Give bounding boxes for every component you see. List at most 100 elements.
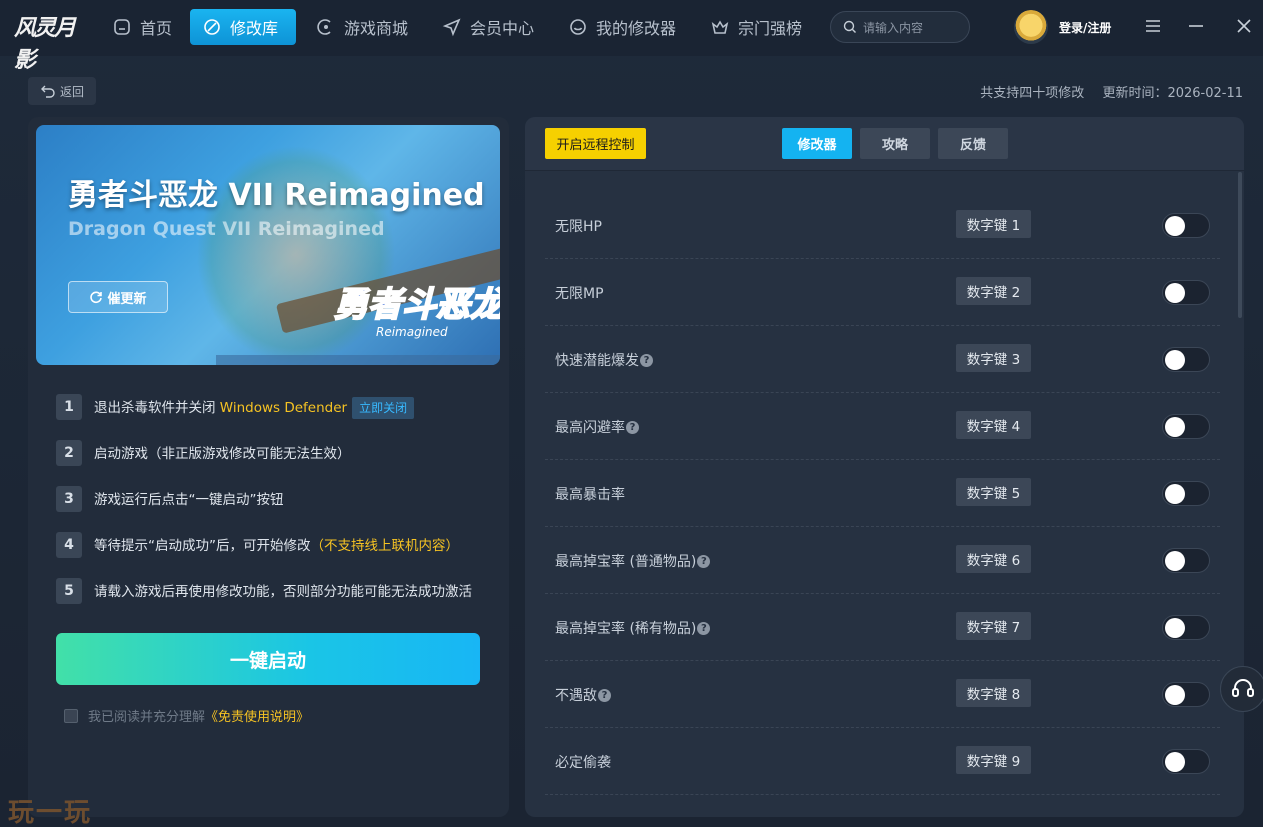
toggle-knob (1165, 685, 1185, 705)
hotkey-button[interactable]: 数字键 8 (956, 679, 1031, 707)
hotkey-button[interactable]: 数字键 9 (956, 746, 1031, 774)
step-text: 退出杀毒软件并关闭 (94, 400, 220, 416)
hotkey-button[interactable]: 数字键 4 (956, 411, 1031, 439)
home-icon (114, 19, 130, 35)
member-icon (442, 18, 461, 37)
nav-ranking-label: 宗门强榜 (738, 19, 803, 38)
step-number: 1 (56, 394, 82, 420)
close-icon[interactable] (1234, 16, 1254, 36)
app-logo: 风灵月影 (14, 15, 76, 73)
tab-feedback[interactable]: 反馈 (938, 128, 1008, 159)
nav-member[interactable]: 会员中心 (430, 9, 546, 45)
toggle-knob (1165, 484, 1185, 504)
step-text: 游戏运行后点击“一键启动”按钮 (94, 492, 284, 508)
cheat-toggle[interactable] (1162, 615, 1210, 640)
toggle-knob (1165, 618, 1185, 638)
nav-ranking[interactable]: 宗门强榜 (698, 9, 814, 45)
remote-control-button[interactable]: 开启远程控制 (545, 128, 646, 159)
cheat-toggle[interactable] (1162, 414, 1210, 439)
hotkey-button[interactable]: 数字键 7 (956, 612, 1031, 640)
cheat-row: 不遇敌? 数字键 8 (545, 661, 1220, 728)
help-icon[interactable]: ? (598, 688, 611, 702)
cheat-name: 最高掉宝率 (普通物品)? (555, 551, 711, 571)
cheat-row: 必定偷袭 数字键 9 (545, 728, 1220, 795)
tab-trainer[interactable]: 修改器 (782, 128, 852, 159)
game-logo-sub: Reimagined (376, 325, 448, 339)
tab-guide[interactable]: 攻略 (860, 128, 930, 159)
minimize-icon[interactable] (1186, 16, 1206, 36)
cheat-label: 无限MP (555, 286, 604, 302)
toggle-knob (1165, 216, 1185, 236)
agreement: 我已阅读并充分理解 《免责使用说明》 (64, 706, 309, 725)
cheat-row: 无限MP 数字键 2 (545, 259, 1220, 326)
customer-service-button[interactable] (1220, 666, 1263, 712)
step-4: 4 等待提示“启动成功”后，可开始修改（不支持线上联机内容） (56, 532, 496, 578)
cheat-label: 最高掉宝率 (稀有物品) (555, 621, 697, 637)
search-input[interactable]: 请输入内容 (830, 11, 970, 43)
help-icon[interactable]: ? (697, 554, 711, 568)
my-trainer-icon (570, 19, 586, 35)
nav-store[interactable]: 游戏商城 (304, 9, 420, 45)
back-label: 返回 (59, 84, 84, 99)
banner-art-sea (216, 355, 500, 365)
login-link[interactable]: 登录/注册 (1059, 19, 1111, 36)
nav-home[interactable]: 首页 (100, 9, 184, 45)
cheat-name: 最高暴击率 (555, 484, 625, 504)
step-number: 2 (56, 440, 82, 466)
back-button[interactable]: 返回 (28, 77, 96, 105)
toggle-knob (1165, 551, 1185, 571)
disable-defender-button[interactable]: 立即关闭 (352, 397, 415, 419)
cheat-toggle[interactable] (1162, 481, 1210, 506)
game-banner: 勇者斗恶龙 VII Reimagined Dragon Quest VII Re… (36, 125, 500, 365)
help-icon[interactable]: ? (697, 621, 711, 635)
nav-my-trainer-label: 我的修改器 (596, 19, 677, 38)
cheat-toggle[interactable] (1162, 213, 1210, 238)
nav-member-label: 会员中心 (470, 19, 535, 38)
nav-library-label: 修改库 (230, 19, 279, 38)
support-count: 共支持四十项修改 (980, 86, 1085, 101)
agree-checkbox[interactable] (64, 708, 78, 723)
help-icon[interactable]: ? (640, 353, 653, 367)
step-number: 4 (56, 532, 82, 558)
help-icon[interactable]: ? (626, 420, 639, 434)
cheat-name: 必定偷袭 (555, 752, 611, 772)
toggle-knob (1165, 752, 1185, 772)
hotkey-button[interactable]: 数字键 5 (956, 478, 1031, 506)
avatar[interactable] (1014, 10, 1048, 44)
nav-store-label: 游戏商城 (344, 19, 409, 38)
nav-library[interactable]: 修改库 (190, 9, 296, 45)
cheat-name: 快速潜能爆发? (555, 350, 653, 370)
hotkey-button[interactable]: 数字键 3 (956, 344, 1031, 372)
cheat-row: 快速潜能爆发? 数字键 3 (545, 326, 1220, 393)
toggle-knob (1165, 417, 1185, 437)
cheat-toggle[interactable] (1162, 682, 1210, 707)
back-arrow-icon (40, 85, 55, 98)
request-update-button[interactable]: 催更新 (68, 281, 168, 313)
step-number: 3 (56, 486, 82, 512)
library-icon (204, 19, 220, 35)
step-2: 2 启动游戏（非正版游戏修改可能无法生效） (56, 440, 496, 486)
hotkey-button[interactable]: 数字键 2 (956, 277, 1031, 305)
one-click-start-button[interactable]: 一键启动 (56, 633, 480, 685)
step-highlight: （不支持线上联机内容） (310, 538, 460, 554)
cheat-row: 最高掉宝率 (稀有物品)? 数字键 7 (545, 594, 1220, 661)
cheat-name: 最高闪避率? (555, 417, 639, 437)
disclaimer-link[interactable]: 《免责使用说明》 (205, 706, 309, 725)
game-subtitle: Dragon Quest VII Reimagined (68, 218, 385, 240)
step-number: 5 (56, 578, 82, 604)
cheat-label: 不遇敌 (555, 688, 597, 704)
nav-home-label: 首页 (140, 19, 173, 38)
crown-icon (711, 20, 729, 34)
cheat-toggle[interactable] (1162, 280, 1210, 305)
cheat-toggle[interactable] (1162, 347, 1210, 372)
menu-icon[interactable] (1143, 16, 1163, 36)
cheat-toggle[interactable] (1162, 749, 1210, 774)
step-1: 1 退出杀毒软件并关闭 Windows Defender 立即关闭 (56, 394, 496, 440)
nav-my-trainer[interactable]: 我的修改器 (556, 9, 688, 45)
hotkey-button[interactable]: 数字键 1 (956, 210, 1031, 238)
cheat-name: 无限HP (555, 216, 602, 236)
cheat-list-scrollbar[interactable] (1238, 172, 1242, 318)
hotkey-button[interactable]: 数字键 6 (956, 545, 1031, 573)
cheat-toggle[interactable] (1162, 548, 1210, 573)
update-time: 更新时间：2026-02-11 (1102, 86, 1243, 101)
